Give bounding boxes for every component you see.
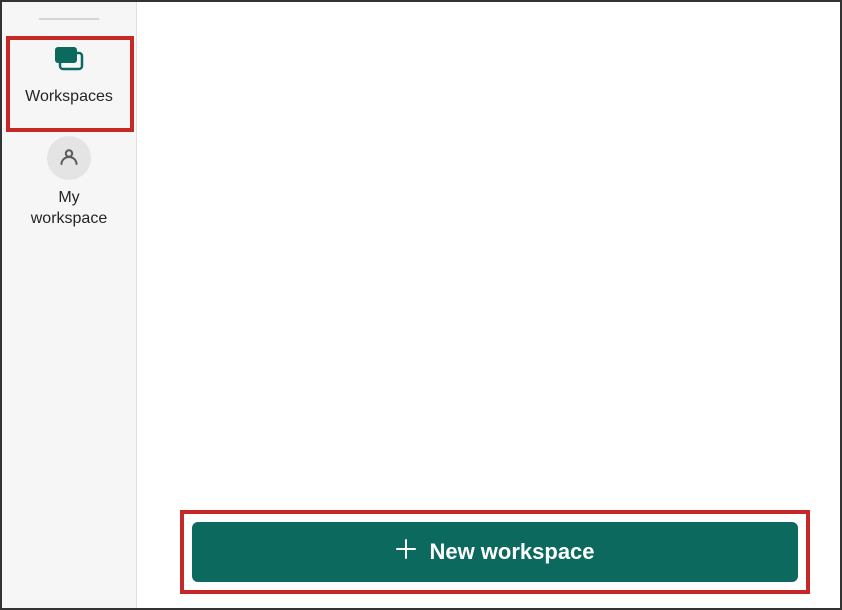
sidebar-divider xyxy=(39,18,99,20)
new-workspace-label: New workspace xyxy=(429,539,594,565)
person-icon xyxy=(47,136,91,180)
sidebar-item-my-workspace[interactable]: My workspace xyxy=(2,124,136,246)
new-workspace-button[interactable]: New workspace xyxy=(192,522,798,582)
plus-icon xyxy=(395,538,417,566)
sidebar: Workspaces My workspace xyxy=(2,2,137,608)
sidebar-item-workspaces[interactable]: Workspaces xyxy=(2,32,136,124)
sidebar-item-label: Workspaces xyxy=(25,87,113,108)
workspaces-icon xyxy=(51,44,87,79)
sidebar-item-label: My workspace xyxy=(31,188,107,230)
main-content xyxy=(137,2,840,608)
